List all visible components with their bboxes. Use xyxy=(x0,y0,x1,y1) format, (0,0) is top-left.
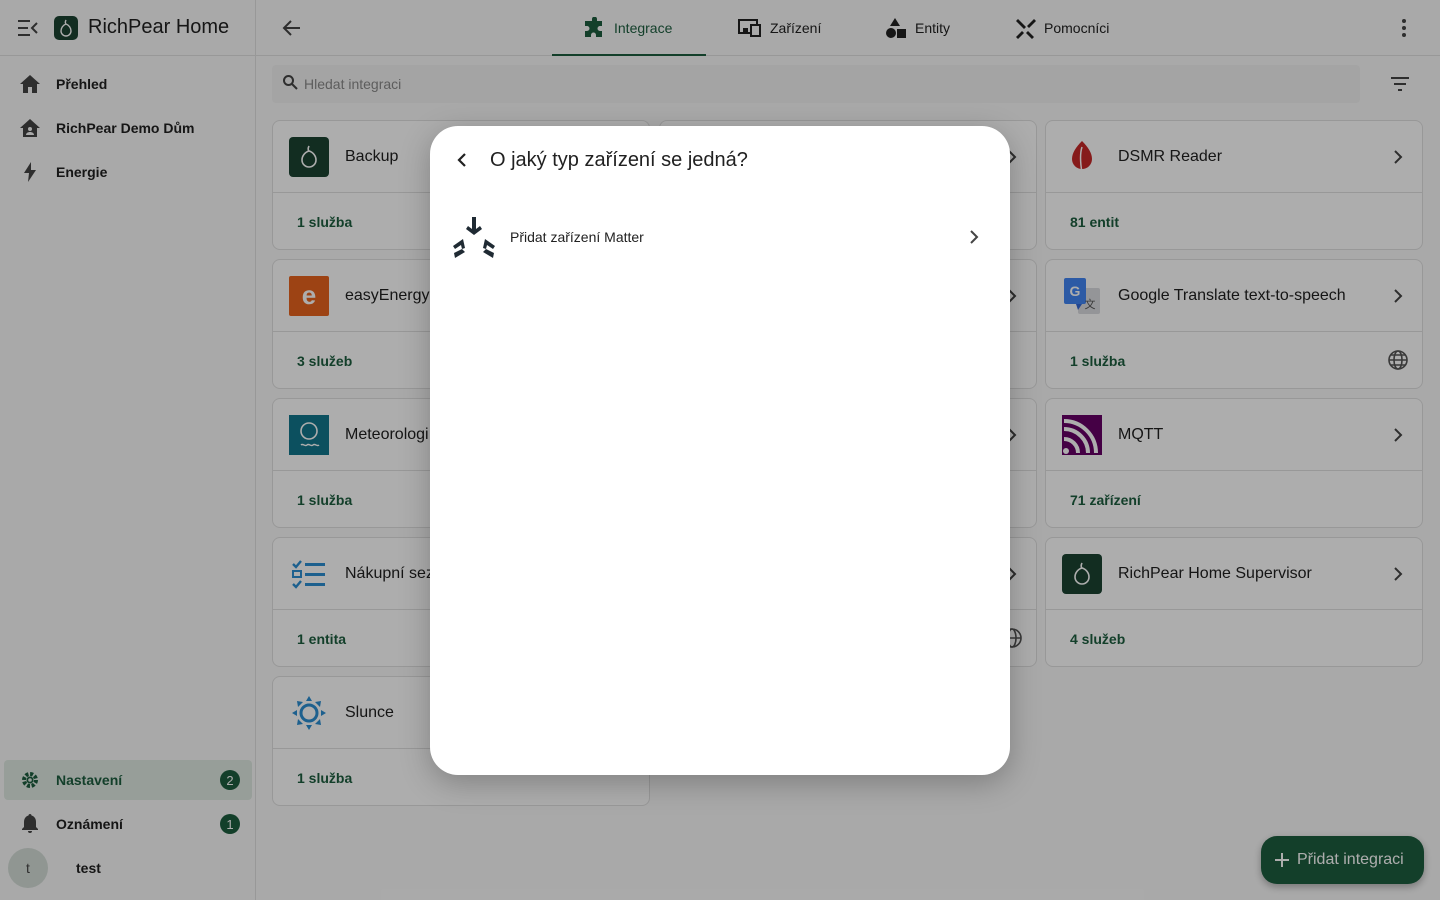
dialog-back-chevron-icon[interactable] xyxy=(450,148,474,172)
dialog-title: O jaký typ zařízení se jedná? xyxy=(490,149,748,171)
dialog-item-label: Přidat zařízení Matter xyxy=(510,229,644,245)
matter-icon xyxy=(453,217,495,258)
device-type-dialog: O jaký typ zařízení se jedná? Přidat zař… xyxy=(430,126,1010,775)
add-matter-device-item[interactable]: Přidat zařízení Matter xyxy=(430,212,1010,262)
chevron-right-icon xyxy=(970,230,979,244)
